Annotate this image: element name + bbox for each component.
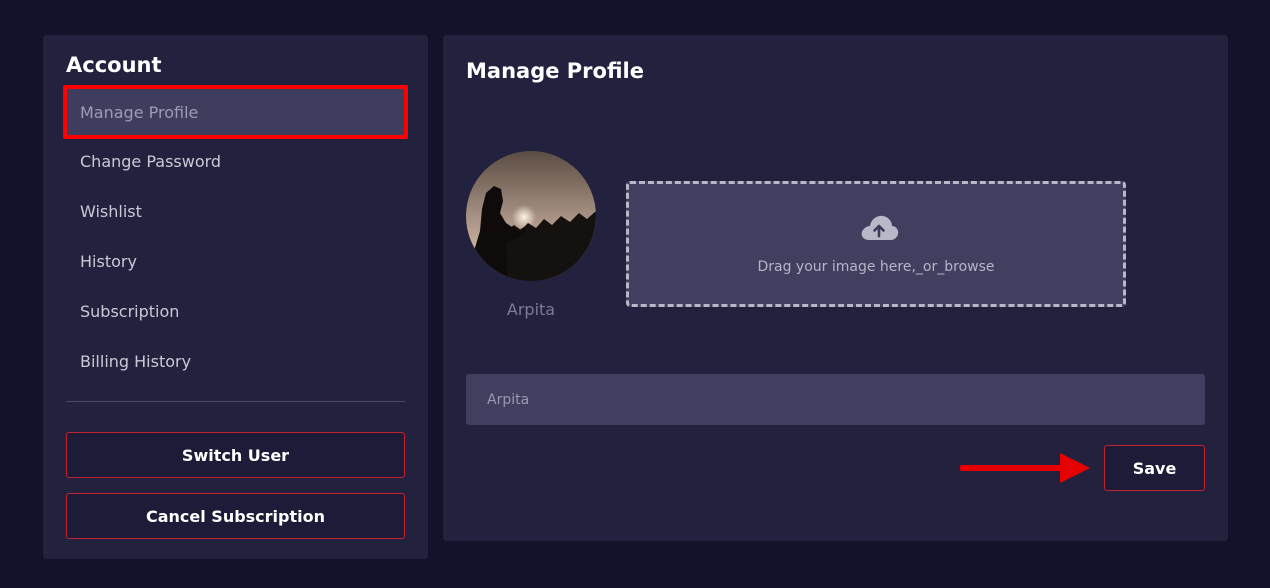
sidebar-item-history[interactable]: History	[66, 236, 405, 286]
sidebar-divider	[66, 401, 405, 402]
sidebar-item-label: Change Password	[80, 151, 222, 171]
cancel-subscription-button[interactable]: Cancel Subscription	[66, 493, 405, 539]
red-arrow-icon	[960, 453, 1090, 483]
cloud-upload-icon	[861, 215, 899, 240]
sidebar-item-change-password[interactable]: Change Password	[66, 136, 405, 186]
sidebar-item-subscription[interactable]: Subscription	[66, 286, 405, 336]
sidebar-title: Account	[66, 53, 162, 77]
sidebar-item-label: Wishlist	[80, 201, 142, 221]
sidebar-item-billing-history[interactable]: Billing History	[66, 336, 405, 386]
page-title: Manage Profile	[466, 59, 644, 83]
account-sidebar: Account Manage Profile Change Password W…	[43, 35, 428, 559]
manage-profile-panel: Manage Profile Arpita Drag your image he…	[443, 35, 1228, 541]
sidebar-item-label: Billing History	[80, 351, 192, 371]
sidebar-item-label: Subscription	[80, 301, 180, 321]
dropzone-text: Drag your image here,_or_browse	[757, 259, 995, 275]
name-input[interactable]	[466, 374, 1205, 425]
avatar-name: Arpita	[506, 300, 556, 319]
avatar[interactable]	[466, 151, 596, 281]
sidebar-item-wishlist[interactable]: Wishlist	[66, 186, 405, 236]
sidebar-item-label: History	[80, 251, 137, 271]
image-dropzone[interactable]: Drag your image here,_or_browse	[626, 181, 1126, 307]
sidebar-item-label: Manage Profile	[80, 102, 199, 122]
save-button[interactable]: Save	[1104, 445, 1205, 491]
sidebar-item-manage-profile[interactable]: Manage Profile	[66, 87, 405, 137]
switch-user-button[interactable]: Switch User	[66, 432, 405, 478]
